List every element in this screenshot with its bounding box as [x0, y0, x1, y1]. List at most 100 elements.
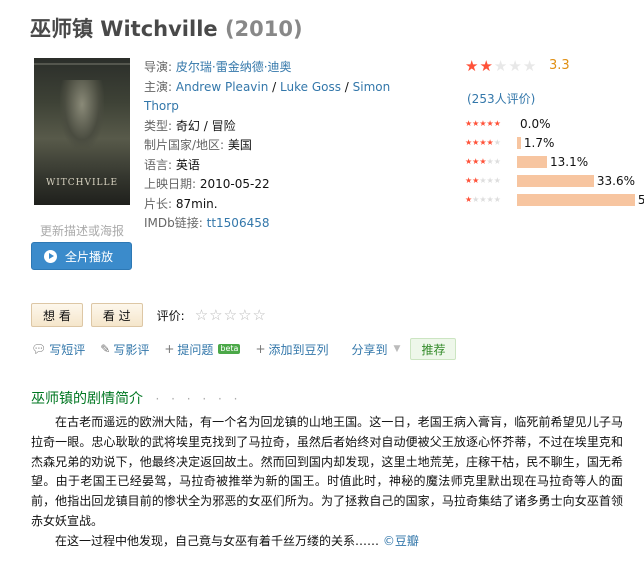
runtime-row: 片长: 87min. — [144, 195, 392, 215]
star-icon[interactable]: ☆ — [224, 306, 237, 324]
want-to-watch-button[interactable]: 想 看 — [31, 303, 83, 327]
write-short-review-button[interactable]: 💬︎ 写短评 — [31, 341, 85, 358]
star-icon[interactable]: ☆ — [209, 306, 222, 324]
full-play-button[interactable]: 全片播放 — [31, 242, 132, 270]
movie-info: 导演: 皮尔瑞·雷金纳德·迪奥 主演: Andrew Pleavin / Luk… — [144, 58, 392, 234]
speech-bubble-icon: 💬︎ — [31, 342, 47, 356]
star-icon: ★ — [493, 57, 508, 75]
add-to-list-label: 添加到豆列 — [268, 342, 329, 357]
watched-button[interactable]: 看 过 — [90, 303, 143, 327]
poster-figure — [60, 80, 104, 150]
distribution-row: ★★★★★ 33.6% — [465, 171, 644, 190]
distribution-row: ★★★★★ 13.1% — [465, 152, 644, 171]
movie-year: (2010) — [224, 17, 303, 41]
source-link[interactable]: ©豆瓣 — [383, 534, 419, 548]
distribution-percent: 0.0% — [520, 116, 551, 131]
summary-heading: 巫师镇的剧情简介 · · · · · · — [31, 388, 241, 408]
runtime-label: 片长: — [144, 196, 173, 211]
beta-badge: beta — [218, 344, 241, 354]
actions-bar: 💬︎ 写短评 ✎ 写影评 + 提问题 beta + 添加到豆列 分享到 ▼ 推荐 — [31, 338, 457, 360]
star-icon: ★ — [522, 57, 537, 75]
summary-heading-dots: · · · · · · — [155, 392, 242, 406]
star-icon: ★★★★★ — [465, 138, 501, 147]
summary-paragraph: 在这一过程中他发现，自己竟与女巫有着千丝万缕的关系…… ©豆瓣 — [31, 532, 623, 552]
rating-score: 3.3 — [549, 58, 570, 73]
summary-heading-text: 巫师镇的剧情简介 — [31, 391, 143, 407]
distribution-percent: 13.1% — [549, 154, 589, 169]
imdb-label: IMDb链接: — [144, 216, 203, 230]
summary-paragraph-text: 在这一过程中他发现，自己竟与女巫有着千丝万缕的关系…… — [55, 533, 380, 548]
distribution-percent: 51.5% — [637, 192, 644, 207]
share-dropdown[interactable]: 分享到 ▼ — [352, 341, 401, 358]
language-value: 英语 — [175, 157, 200, 172]
release-value: 2010-05-22 — [199, 177, 270, 191]
genre-value: 奇幻 — [175, 118, 200, 133]
distribution-row: ★★★★★ 51.5% — [465, 190, 644, 209]
star-icon[interactable]: ☆ — [253, 306, 266, 324]
user-action-row: 想 看 看 过 评价: ☆ ☆ ☆ ☆ ☆ — [31, 303, 266, 327]
plus-icon: + — [164, 342, 175, 356]
movie-title: 巫师镇 Witchville (2010) — [30, 13, 303, 43]
share-label: 分享到 — [351, 342, 388, 357]
imdb-link[interactable]: tt1506458 — [207, 216, 270, 230]
votes-count-link[interactable]: (253人评价) — [467, 90, 535, 107]
director-label: 导演: — [144, 60, 173, 74]
country-value: 美国 — [227, 138, 252, 152]
chevron-down-icon: ▼ — [393, 344, 401, 354]
genre-value: 冒险 — [211, 118, 236, 133]
distribution-bar — [517, 136, 521, 149]
star-icon: ★★★★★ — [465, 195, 501, 204]
language-label: 语言: — [144, 157, 173, 172]
star-icon[interactable]: ☆ — [195, 306, 208, 324]
release-label: 上映日期: — [144, 177, 197, 191]
genre-label: 类型: — [144, 118, 173, 133]
star-icon: ★★★★★ — [465, 119, 501, 128]
distribution-percent: 33.6% — [596, 173, 636, 188]
rate-label: 评价: — [156, 308, 185, 323]
write-short-review-label: 写短评 — [49, 342, 86, 357]
summary-text: 在古老而遥远的欧洲大陆，有一个名为回龙镇的山地王国。这一日，老国王病入膏肓，临死… — [31, 413, 623, 552]
write-review-button[interactable]: ✎ 写影评 — [100, 341, 149, 358]
summary-paragraph: 在古老而遥远的欧洲大陆，有一个名为回龙镇的山地王国。这一日，老国王病入膏肓，临死… — [31, 415, 623, 528]
play-button-label: 全片播放 — [65, 249, 114, 264]
distribution-bar — [517, 155, 547, 168]
recommend-button[interactable]: 推荐 — [410, 338, 457, 360]
director-link[interactable]: 皮尔瑞·雷金纳德·迪奥 — [176, 60, 292, 74]
cast-row: 主演: Andrew Pleavin / Luke Goss / Simon T… — [144, 79, 391, 114]
release-row: 上映日期: 2010-05-22 — [144, 175, 392, 195]
language-row: 语言: 英语 — [144, 156, 392, 176]
ask-question-button[interactable]: + 提问题 beta — [164, 341, 241, 358]
add-to-list-button[interactable]: + 添加到豆列 — [255, 341, 328, 358]
imdb-row: IMDb链接: tt1506458 — [144, 214, 392, 234]
star-icon: ★ — [479, 57, 493, 75]
runtime-value: 87min. — [175, 196, 218, 211]
distribution-row: ★★★★★ 0.0% — [465, 114, 644, 133]
cast-link[interactable]: Andrew Pleavin — [176, 80, 268, 94]
cast-label: 主演: — [144, 79, 173, 94]
user-rating-stars[interactable]: ☆ ☆ ☆ ☆ ☆ — [195, 306, 266, 324]
cast-link[interactable]: Luke Goss — [280, 80, 341, 94]
distribution-bar — [517, 193, 635, 206]
country-label: 制片国家/地区: — [144, 138, 225, 152]
genre-row: 类型: 奇幻 / 冒险 — [144, 118, 236, 133]
star-icon: ★★★★★ — [465, 157, 501, 166]
plus-icon: + — [255, 342, 266, 356]
country-row: 制片国家/地区: 美国 — [144, 136, 392, 156]
poster-decoration — [34, 63, 130, 65]
ask-question-label: 提问题 — [177, 342, 214, 357]
star-icon: ★ — [465, 57, 479, 75]
distribution-percent: 1.7% — [523, 135, 555, 150]
write-review-label: 写影评 — [113, 342, 150, 357]
distribution-row: ★★★★★ 1.7% — [465, 133, 644, 152]
update-poster-link[interactable]: 更新描述或海报 — [40, 222, 124, 239]
rating-stars: ★ ★ ★ ★ ★ — [465, 59, 536, 74]
poster-title-text: WITCHVILLE — [45, 178, 119, 188]
distribution-bar — [517, 174, 594, 187]
star-icon: ★★★★★ — [465, 176, 501, 185]
star-icon[interactable]: ☆ — [238, 306, 251, 324]
movie-poster[interactable]: WITCHVILLE — [34, 58, 130, 205]
pencil-icon: ✎ — [100, 342, 111, 356]
director-row: 导演: 皮尔瑞·雷金纳德·迪奥 — [144, 58, 392, 78]
play-icon — [44, 249, 57, 263]
star-icon: ★ — [508, 57, 522, 75]
